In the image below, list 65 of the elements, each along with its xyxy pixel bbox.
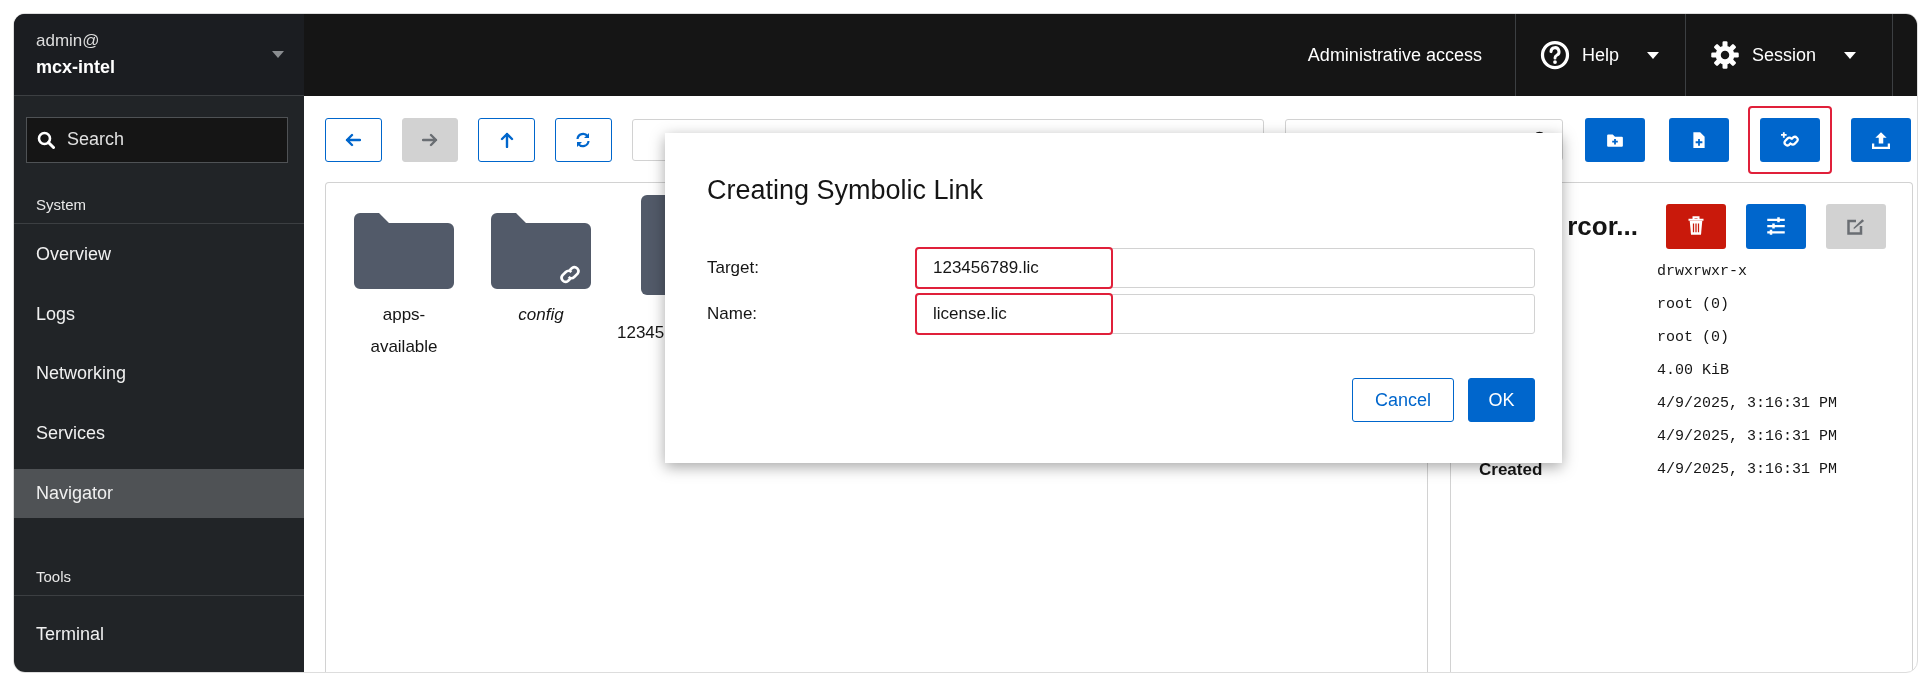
search-input[interactable]: Search bbox=[65, 128, 265, 152]
action-button[interactable] bbox=[1669, 118, 1729, 162]
action-button[interactable] bbox=[1760, 118, 1820, 162]
host-name: mcx-intel bbox=[36, 56, 116, 78]
field-label: Name: bbox=[707, 304, 759, 324]
file-name[interactable]: apps-available bbox=[356, 299, 452, 363]
property-value: 4/9/2025, 3:16:31 PM bbox=[1657, 394, 1839, 414]
property-value: root (0) bbox=[1657, 295, 1730, 315]
caret-icon bbox=[272, 50, 284, 58]
input-field[interactable]: 123456789.lic bbox=[915, 248, 1535, 288]
admin-access-label[interactable]: Administrative access bbox=[1274, 14, 1515, 96]
property-label: Created bbox=[1478, 459, 1544, 481]
property-value: drwxrwxr-x bbox=[1657, 262, 1748, 282]
help-icon bbox=[1539, 40, 1570, 70]
property-value: 4/9/2025, 3:16:31 PM bbox=[1657, 427, 1839, 447]
link-plus-icon bbox=[1781, 131, 1799, 149]
settings-icon bbox=[1709, 40, 1740, 70]
menu-label: Help bbox=[1581, 44, 1619, 66]
nav-item[interactable]: Logs bbox=[14, 284, 304, 344]
nav-item[interactable]: Terminal bbox=[14, 596, 304, 672]
action-button[interactable] bbox=[1585, 118, 1645, 162]
delete-button[interactable] bbox=[1666, 203, 1726, 249]
file-name[interactable]: 12345 bbox=[617, 317, 665, 349]
caret-icon bbox=[1646, 51, 1659, 59]
nav-item[interactable]: Navigator bbox=[14, 468, 304, 519]
property-value: 4.00 KiB bbox=[1657, 361, 1730, 381]
nav-item[interactable]: Overview bbox=[14, 224, 304, 285]
trash-icon bbox=[1686, 216, 1706, 236]
menu-button[interactable]: Session bbox=[1684, 14, 1893, 96]
nav-button[interactable] bbox=[555, 118, 612, 162]
property-value: 4/9/2025, 3:16:31 PM bbox=[1657, 460, 1839, 480]
folder-plus-icon bbox=[1606, 131, 1624, 149]
edit-icon bbox=[1846, 216, 1866, 236]
arrow-right-icon bbox=[422, 132, 438, 148]
section-heading: Tools bbox=[14, 518, 304, 597]
menu-button[interactable]: Help bbox=[1514, 14, 1685, 96]
dialog-title: Creating Symbolic Link bbox=[707, 175, 985, 206]
folder-icon bbox=[354, 213, 454, 289]
nav-button[interactable] bbox=[325, 118, 382, 162]
ok-button[interactable]: OK bbox=[1468, 378, 1535, 422]
host-user: admin@ bbox=[36, 30, 101, 51]
nav-item[interactable]: Services bbox=[14, 403, 304, 464]
folder-link-icon bbox=[491, 213, 591, 289]
field-label: Target: bbox=[707, 258, 760, 278]
file-plus-icon bbox=[1690, 131, 1708, 149]
nav-button[interactable] bbox=[478, 118, 535, 162]
refresh-icon bbox=[575, 132, 592, 148]
arrow-left-icon bbox=[345, 132, 362, 148]
nav-item[interactable]: Networking bbox=[14, 344, 304, 404]
sliders-icon bbox=[1766, 216, 1786, 236]
upload-icon bbox=[1872, 131, 1890, 149]
action-button[interactable] bbox=[1851, 118, 1911, 162]
host-switcher[interactable]: admin@ mcx-intel bbox=[14, 14, 304, 96]
caret-icon bbox=[1844, 51, 1856, 59]
property-value: root (0) bbox=[1657, 328, 1730, 348]
search-field[interactable]: Search bbox=[26, 116, 288, 163]
input-field[interactable]: license.lic bbox=[915, 294, 1535, 334]
file-title: rcor... bbox=[1567, 210, 1638, 242]
search-icon bbox=[37, 130, 55, 149]
section-heading: System bbox=[14, 162, 304, 225]
menu-label: Session bbox=[1751, 44, 1816, 66]
arrow-up-icon bbox=[498, 132, 515, 148]
action-button[interactable] bbox=[1746, 203, 1806, 249]
file-name[interactable]: config bbox=[493, 299, 589, 331]
cancel-button[interactable]: Cancel bbox=[1352, 378, 1454, 422]
